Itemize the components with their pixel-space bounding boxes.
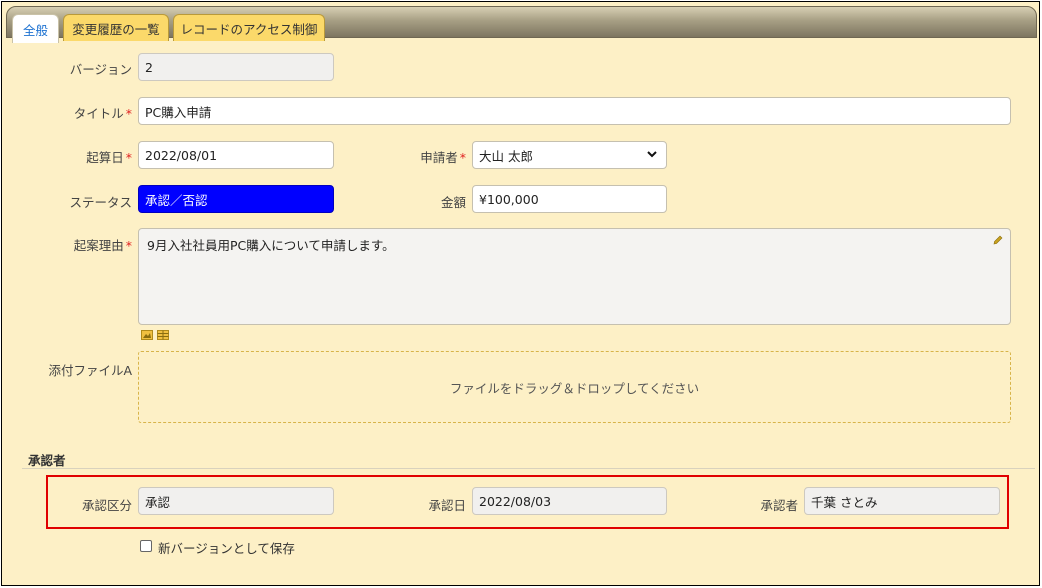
title-input[interactable]: PC購入申請 (138, 97, 1011, 125)
amount-label: 金額 (440, 195, 466, 210)
approval-type-label: 承認区分 (81, 498, 132, 513)
start-date-input[interactable]: 2022/08/01 (138, 141, 334, 169)
tab-change-history[interactable]: 変更履歴の一覧 (63, 14, 169, 41)
save-new-version-label[interactable]: 新バージョンとして保存 (158, 538, 295, 557)
dropzone-text: ファイルをドラッグ＆ドロップしてください (449, 380, 700, 396)
section-divider (22, 468, 1035, 469)
reason-textarea[interactable]: 9月入社社員用PC購入について申請します。 (138, 228, 1011, 325)
required-mark: * (125, 106, 132, 121)
applicant-select[interactable]: 大山 太郎 (472, 141, 667, 169)
approver-section-title: 承認者 (28, 453, 66, 468)
required-mark: * (459, 150, 466, 165)
attachment-label: 添付ファイルA (48, 363, 132, 378)
reason-text: 9月入社社員用PC購入について申請します。 (147, 238, 395, 253)
record-form: 全般 変更履歴の一覧 レコードのアクセス制御 バージョン 2 タイトル * PC購… (1, 1, 1040, 586)
approver-field: 千葉 さとみ (804, 487, 1000, 515)
approval-type-field: 承認 (138, 487, 334, 515)
version-field: 2 (138, 53, 334, 81)
chevron-down-icon (647, 151, 657, 158)
amount-input[interactable]: ¥100,000 (472, 185, 667, 213)
required-mark: * (125, 150, 132, 165)
file-dropzone[interactable]: ファイルをドラッグ＆ドロップしてください (138, 351, 1011, 423)
tab-access-control[interactable]: レコードのアクセス制御 (173, 14, 325, 41)
image-icon[interactable] (141, 330, 153, 340)
approval-date-field: 2022/08/03 (472, 487, 667, 515)
tab-bar: 全般 変更履歴の一覧 レコードのアクセス制御 (6, 6, 1037, 43)
approver-label: 承認者 (760, 498, 798, 513)
approval-date-label: 承認日 (428, 498, 466, 513)
reason-label: 起案理由 * (73, 238, 132, 253)
status-label: ステータス (69, 195, 132, 210)
title-label: タイトル * (73, 106, 132, 121)
status-field: 承認／否認 (138, 185, 334, 213)
pencil-icon[interactable] (992, 234, 1004, 246)
applicant-value: 大山 太郎 (479, 148, 533, 164)
required-mark: * (125, 238, 132, 253)
save-new-version-checkbox[interactable] (140, 540, 152, 552)
start-date-label: 起算日 * (86, 150, 132, 165)
tab-general[interactable]: 全般 (12, 14, 59, 43)
table-icon[interactable] (157, 330, 169, 340)
applicant-label: 申請者 * (420, 150, 466, 165)
version-label: バージョン (69, 62, 132, 77)
